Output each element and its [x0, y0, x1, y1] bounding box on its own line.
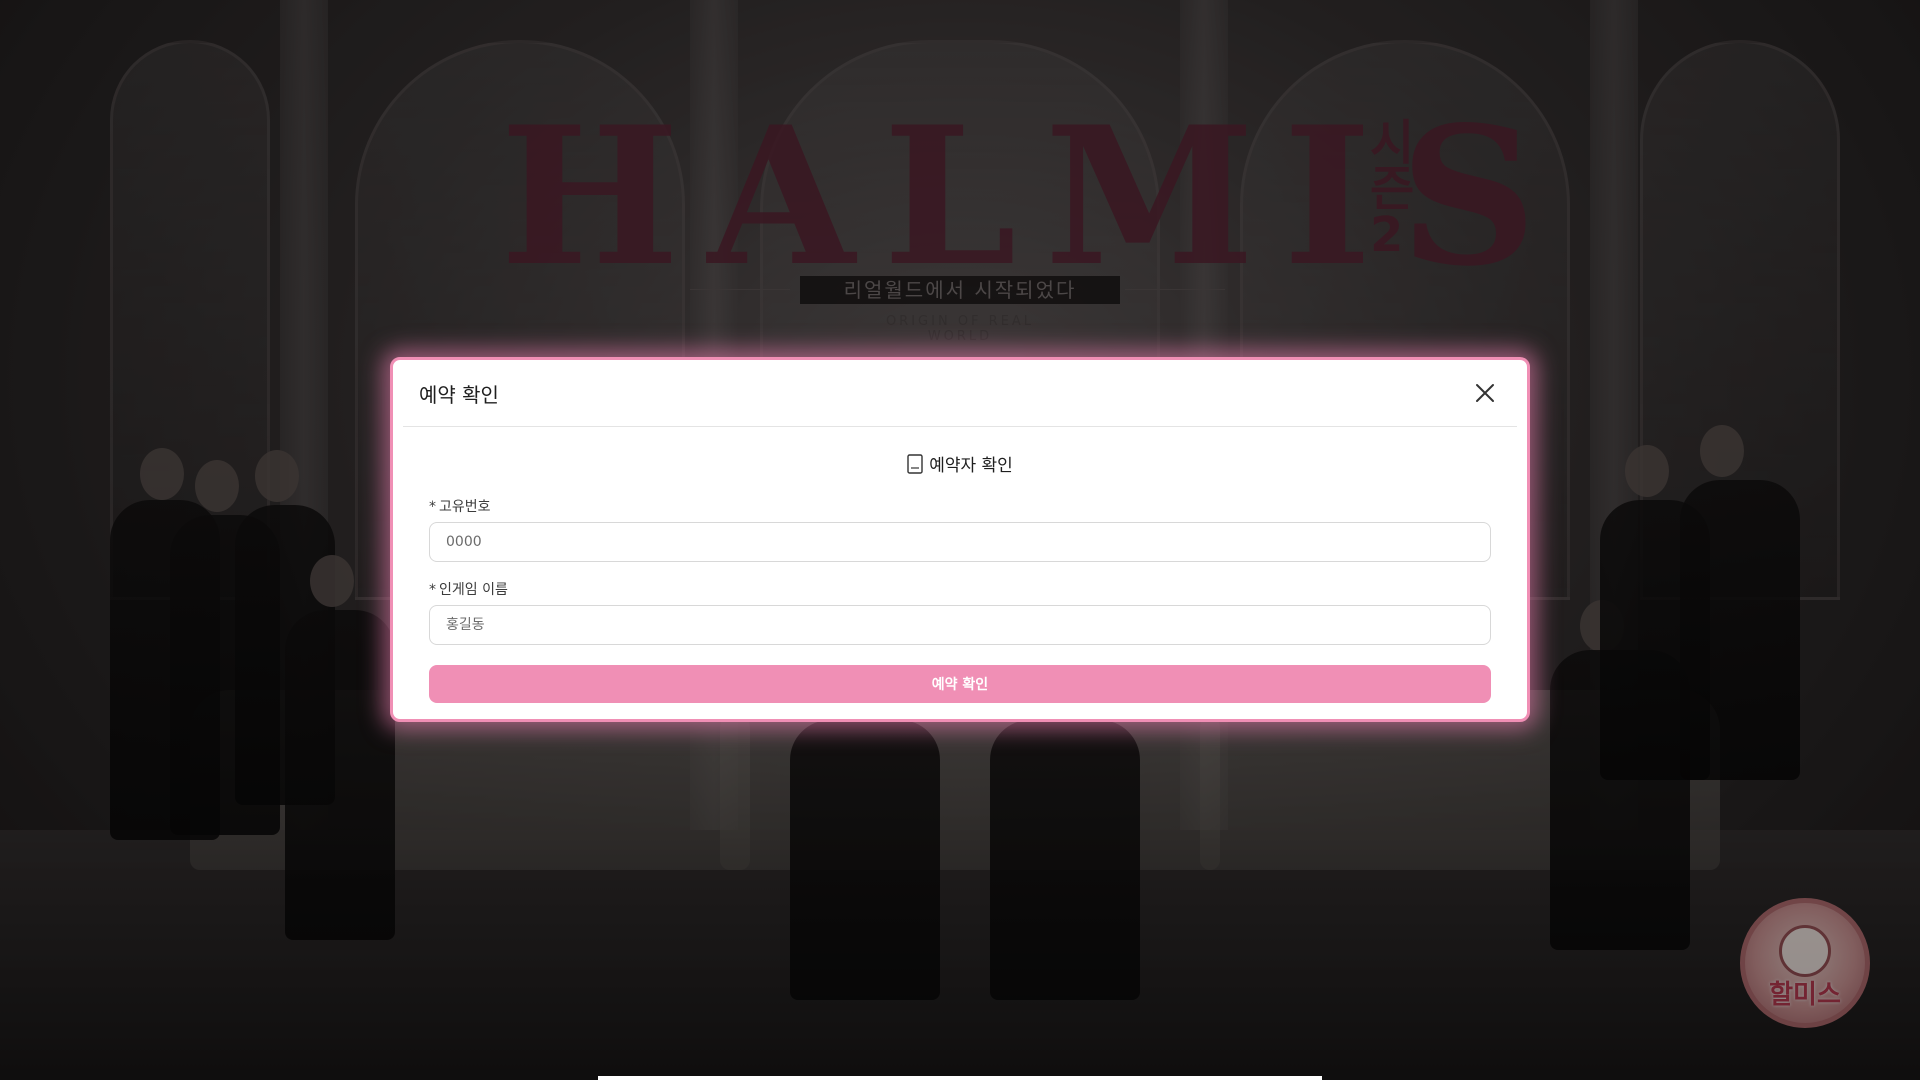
modal-title: 예약 확인	[419, 382, 499, 407]
grandma-face-icon	[1779, 925, 1831, 977]
ingame-name-label-text: 인게임 이름	[439, 582, 508, 598]
modal-header: 예약 확인	[393, 360, 1527, 426]
ingame-name-label: * 인게임 이름	[429, 579, 1491, 599]
required-mark: *	[429, 499, 436, 515]
confirm-reservation-button[interactable]: 예약 확인	[429, 665, 1491, 703]
required-mark: *	[429, 582, 436, 598]
unique-number-label: * 고유번호	[429, 496, 1491, 516]
unique-number-label-text: 고유번호	[439, 499, 491, 515]
badge-label: 할미스	[1769, 980, 1841, 1010]
close-button[interactable]	[1469, 377, 1501, 409]
document-icon	[907, 453, 923, 474]
section-title-text: 예약자 확인	[929, 456, 1013, 476]
halmis-badge[interactable]: 할미스	[1740, 898, 1870, 1028]
ingame-name-input[interactable]	[429, 605, 1491, 645]
modal-body: 예약자 확인 *고유번호 *인게임 이름 예약 확인	[393, 451, 1527, 703]
close-icon	[1476, 384, 1494, 402]
bottom-edge-bar	[598, 1076, 1322, 1080]
section-title: 예약자 확인	[429, 451, 1491, 476]
reservation-confirm-modal: 예약 확인 예약자 확인 *고유번호 *인게임 이름 예약 확인	[390, 357, 1530, 722]
unique-number-input[interactable]	[429, 522, 1491, 562]
modal-divider	[403, 426, 1517, 427]
